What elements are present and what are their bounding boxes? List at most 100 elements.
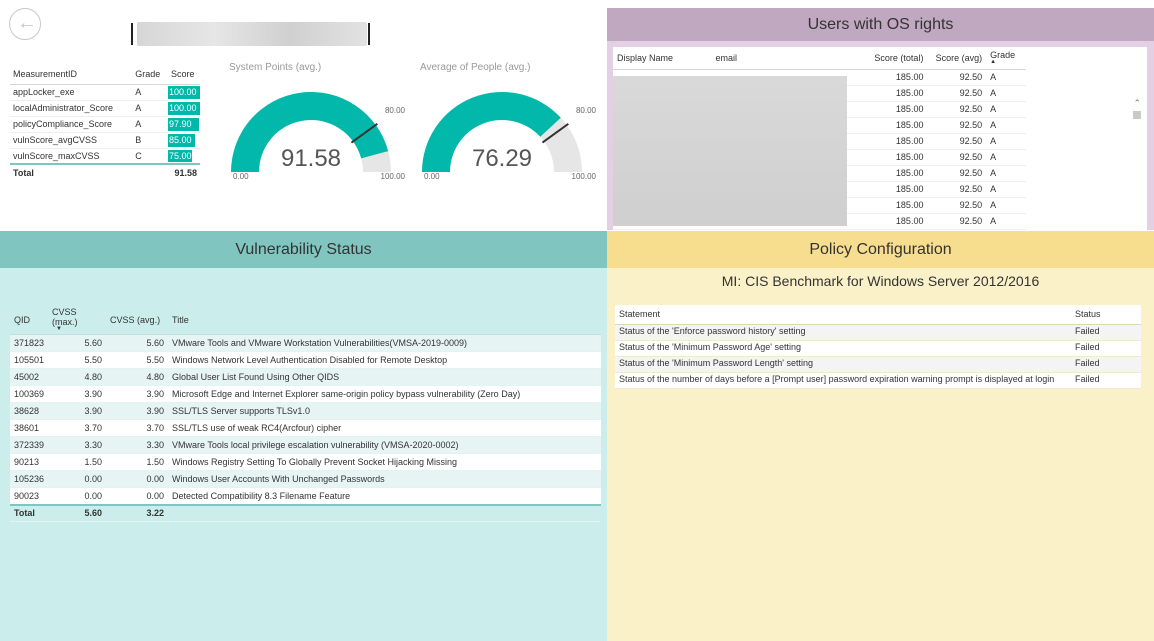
vuln-cvss-avg: 1.50 — [106, 453, 169, 471]
vulnerability-row[interactable]: 105501 5.50 5.50 Windows Network Level Auth… — [10, 351, 601, 369]
user-names-redacted — [613, 76, 847, 226]
vuln-cvss-max: 3.90 — [48, 385, 107, 403]
policy-subtitle: MI: CIS Benchmark for Windows Server 201… — [721, 273, 1040, 289]
col-score[interactable]: Score — [168, 64, 200, 85]
measurement-score: 100.00 — [168, 84, 200, 101]
policy-statement: Status of the number of days before a [P… — [615, 372, 1071, 389]
vuln-cvss-max: 3.90 — [48, 402, 107, 420]
col-status[interactable]: Status — [1071, 305, 1141, 325]
vuln-cvss-avg: 5.60 — [106, 334, 169, 352]
vuln-cvss-avg: 3.30 — [106, 436, 169, 454]
scrollbar-thumb[interactable] — [1133, 111, 1141, 119]
back-button[interactable]: ← — [9, 8, 41, 40]
col-title[interactable]: Title — [168, 305, 601, 335]
col-cvss-max-label: CVSS (max.) — [52, 307, 78, 327]
users-panel-title: Users with OS rights — [607, 8, 1154, 41]
user-score-total: 185.00 — [858, 101, 928, 118]
vulnerability-row[interactable]: 90023 0.00 0.00 Detected Compatibility 8.3 … — [10, 487, 601, 505]
col-grade[interactable]: Grade ▲ — [986, 47, 1026, 70]
measurement-row[interactable]: appLocker_exe A 100.00 — [10, 84, 200, 101]
vulnerability-row[interactable]: 45002 4.80 4.80 Global User List Found Usin… — [10, 368, 601, 386]
col-qid[interactable]: QID — [10, 305, 49, 335]
col-cvss-avg[interactable]: CVSS (avg.) — [106, 305, 169, 335]
vulnerability-table: QID CVSS (max.) ▼ CVSS (avg.) Title 37182… — [10, 305, 601, 522]
vuln-qid: 45002 — [10, 368, 49, 386]
vuln-title: Windows Registry Setting To Globally Pre… — [168, 453, 601, 471]
vuln-title: Global User List Found Using Other QIDS — [168, 368, 601, 386]
measurement-id: vulnScore_maxCVSS — [10, 148, 133, 165]
vulnerability-row[interactable]: 38601 3.70 3.70 SSL/TLS use of weak RC4(Arc… — [10, 419, 601, 437]
gauge-average-people: Average of People (avg.) 76.29 0.00 100.00… — [420, 58, 600, 188]
score-value: 100.00 — [169, 103, 197, 113]
user-score-total: 185.00 — [858, 213, 928, 230]
back-arrow-icon: ← — [17, 12, 37, 34]
measurement-grade: C — [132, 148, 168, 165]
total-title-empty — [168, 503, 601, 522]
user-score-total: 185.00 — [858, 165, 928, 182]
col-cvss-max[interactable]: CVSS (max.) ▼ — [48, 305, 107, 335]
policy-table: Statement Status Status of the 'Enforce … — [615, 305, 1141, 389]
policy-row[interactable]: Status of the 'Minimum Password Age' set… — [615, 340, 1141, 357]
col-grade[interactable]: Grade — [132, 64, 168, 85]
user-score-total: 185.00 — [858, 69, 928, 86]
policy-row[interactable]: Status of the 'Minimum Password Length' … — [615, 356, 1141, 373]
vulnerability-row[interactable]: 105236 0.00 0.00 Windows User Accounts With… — [10, 470, 601, 488]
user-score-total: 185.00 — [858, 117, 928, 134]
score-value: 97.90 — [169, 119, 192, 129]
user-score-avg: 92.50 — [927, 85, 987, 102]
col-score-avg[interactable]: Score (avg) — [927, 47, 987, 70]
gauge-value: 91.58 — [281, 145, 341, 172]
col-score-total[interactable]: Score (total) — [858, 47, 928, 70]
score-value: 100.00 — [169, 87, 197, 97]
measurement-id: localAdministrator_Score — [10, 100, 133, 117]
vulnerability-row[interactable]: 372339 3.30 3.30 VMware Tools local privile… — [10, 436, 601, 454]
vuln-cvss-max: 3.30 — [48, 436, 107, 454]
policy-row[interactable]: Status of the number of days before a [P… — [615, 372, 1141, 389]
user-score-avg: 92.50 — [927, 101, 987, 118]
vuln-cvss-max: 3.70 — [48, 419, 107, 437]
vuln-qid: 105236 — [10, 470, 49, 488]
vuln-cvss-avg: 0.00 — [106, 470, 169, 488]
user-score-avg: 92.50 — [927, 197, 987, 214]
col-measurement-id[interactable]: MeasurementID — [10, 64, 133, 85]
scroll-up-icon[interactable]: ⌃ — [1133, 98, 1141, 109]
vuln-qid: 105501 — [10, 351, 49, 369]
policy-row[interactable]: Status of the 'Enforce password history'… — [615, 324, 1141, 341]
total-label: Total — [10, 503, 49, 522]
vulnerability-row[interactable]: 38628 3.90 3.90 SSL/TLS Server supports TLS… — [10, 402, 601, 420]
hostname-bracket-right — [368, 23, 370, 45]
user-score-avg: 92.50 — [927, 149, 987, 166]
user-grade: A — [986, 181, 1026, 198]
measurement-grade: A — [132, 100, 168, 117]
col-statement[interactable]: Statement — [615, 305, 1071, 325]
measurement-row[interactable]: localAdministrator_Score A 100.00 — [10, 100, 200, 117]
vuln-cvss-avg: 4.80 — [106, 368, 169, 386]
vulnerability-row[interactable]: 90213 1.50 1.50 Windows Registry Setting To… — [10, 453, 601, 471]
measurement-total-row: Total 91.58 — [10, 163, 200, 180]
user-grade: A — [986, 117, 1026, 134]
policy-statement: Status of the 'Minimum Password Length' … — [615, 356, 1071, 373]
col-email[interactable]: email — [711, 47, 859, 70]
vuln-cvss-max: 5.60 — [48, 334, 107, 352]
gauge-max-label: 100.00 — [381, 172, 406, 181]
gauge-svg: 76.29 0.00 100.00 80.00 — [422, 91, 597, 181]
vuln-title: SSL/TLS use of weak RC4(Arcfour) cipher — [168, 419, 601, 437]
user-grade: A — [986, 149, 1026, 166]
vulnerability-row[interactable]: 100369 3.90 3.90 Microsoft Edge and Interne… — [10, 385, 601, 403]
vulnerability-row[interactable]: 371823 5.60 5.60 VMware Tools and VMware Wo… — [10, 334, 601, 352]
measurement-row[interactable]: policyCompliance_Score A 97.90 — [10, 116, 200, 133]
vuln-cvss-max: 0.00 — [48, 470, 107, 488]
total-cvss-avg: 3.22 — [106, 503, 169, 522]
vuln-title: Microsoft Edge and Internet Explorer sam… — [168, 385, 601, 403]
policy-status: Failed — [1071, 356, 1141, 373]
measurement-row[interactable]: vulnScore_avgCVSS B 85.00 — [10, 132, 200, 149]
user-score-total: 185.00 — [858, 85, 928, 102]
user-score-avg: 92.50 — [927, 165, 987, 182]
measurement-row[interactable]: vulnScore_maxCVSS C 75.00 — [10, 148, 200, 165]
gauge-target-label: 80.00 — [385, 106, 406, 115]
vuln-cvss-avg: 3.90 — [106, 385, 169, 403]
col-display-name[interactable]: Display Name — [613, 47, 712, 70]
measurement-score: 85.00 — [168, 132, 200, 149]
policy-panel: Policy Configuration MI: CIS Benchmark f… — [607, 231, 1154, 641]
user-grade: A — [986, 197, 1026, 214]
